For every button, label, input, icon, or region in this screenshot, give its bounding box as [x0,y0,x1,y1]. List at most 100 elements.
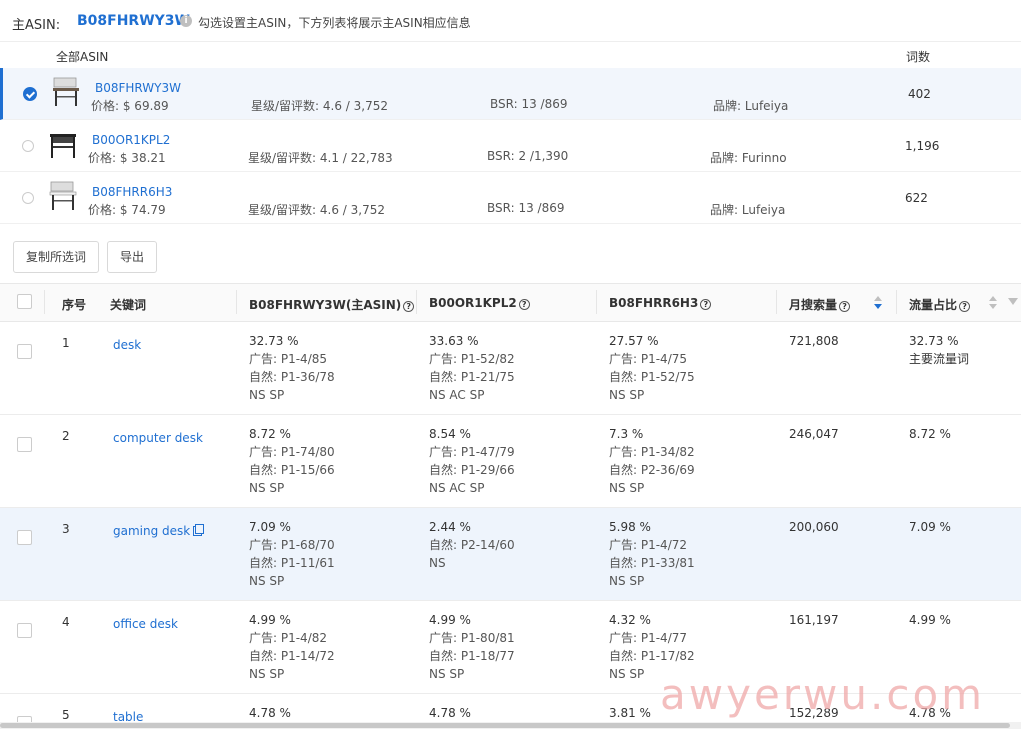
table-row[interactable]: 1 desk 32.73 % 广告: P1-4/85 自然: P1-36/78 … [0,322,1021,415]
col-asin2: B00OR1KPL2? [429,296,530,310]
asin3-share: 7.3 % [609,427,644,441]
sort-volume-icon[interactable] [874,296,882,310]
help-icon[interactable]: ? [518,299,530,310]
row-index: 3 [62,522,70,536]
row-checkbox[interactable] [17,437,32,452]
asin-brand: 品牌: Furinno [710,151,787,165]
asin-bsr: BSR: 2 /1,390 [487,149,569,163]
col-index: 序号 [62,298,87,312]
asin1-tags: NS SP [249,388,285,402]
asin3-share: 5.98 % [609,520,651,534]
asin-link[interactable]: B00OR1KPL2 [92,133,170,147]
asin-brand: 品牌: Lufeiya [710,203,786,217]
row-checkbox[interactable] [17,623,32,638]
help-icon[interactable]: ? [839,301,851,312]
column-divider [416,290,417,314]
asin1-share: 4.99 % [249,613,291,627]
asin2-organic-rank: 自然: P2-14/60 [429,538,515,552]
export-button[interactable]: 导出 [107,241,157,273]
table-row[interactable]: 3 gaming desk 7.09 % 广告: P1-68/70 自然: P1… [0,508,1021,601]
asin-rating: 星级/留评数: 4.1 / 22,783 [248,151,393,165]
asin2-tags: NS SP [429,667,465,681]
row-index: 1 [62,336,70,350]
column-divider [596,290,597,314]
asin3-organic-rank: 自然: P1-52/75 [609,370,695,384]
radio-icon[interactable] [22,192,34,204]
asin2-share: 33.63 % [429,334,479,348]
asin1-organic-rank: 自然: P1-36/78 [249,370,335,384]
asin2-cell: 8.54 % 广告: P1-47/79 自然: P1-29/66 NS AC S… [429,425,515,497]
asin-bsr: BSR: 13 /869 [490,97,568,111]
col-asin3: B08FHRR6H3? [609,296,712,310]
sort-share-icon[interactable] [989,296,997,310]
scrollbar-thumb[interactable] [0,723,1010,728]
asin3-tags: NS SP [609,574,645,588]
asin2-organic-rank: 自然: P1-18/77 [429,649,515,663]
asin3-cell: 7.3 % 广告: P1-34/82 自然: P2-36/69 NS SP [609,425,695,497]
keyword-link[interactable]: computer desk [113,429,203,447]
asin1-cell: 7.09 % 广告: P1-68/70 自然: P1-11/61 NS SP [249,518,335,590]
col-volume-label: 月搜索量 [789,298,838,312]
table-row[interactable]: 2 computer desk 8.72 % 广告: P1-74/80 自然: … [0,415,1021,508]
horizontal-scrollbar[interactable] [0,722,1021,729]
watermark: awyerwu.com [660,670,986,719]
filter-icon[interactable] [1008,298,1018,305]
search-volume: 161,197 [789,613,839,627]
word-count-header: 词数 [906,50,931,64]
asin3-share: 27.57 % [609,334,659,348]
copy-selected-button[interactable]: 复制所选词 [13,241,99,273]
asin-row[interactable]: B08FHRWY3W 价格: $ 69.89 星级/留评数: 4.6 / 3,7… [0,68,1021,120]
keyword-link[interactable]: desk [113,336,141,354]
keyword-link[interactable]: gaming desk [113,524,190,538]
asin-row[interactable]: B00OR1KPL2 价格: $ 38.21 星级/留评数: 4.1 / 22,… [0,120,1021,172]
asin3-tags: NS SP [609,388,645,402]
asin3-ad-rank: 广告: P1-34/82 [609,445,695,459]
help-icon[interactable]: ? [959,301,971,312]
select-all-checkbox[interactable] [17,294,32,309]
asin1-tags: NS SP [249,667,285,681]
asin1-ad-rank: 广告: P1-4/82 [249,631,328,645]
all-asin-header: 全部ASIN [56,50,109,64]
asin-word-count: 622 [905,191,928,205]
selected-radio-icon[interactable] [23,87,37,101]
radio-icon[interactable] [22,140,34,152]
asin-link[interactable]: B08FHRR6H3 [92,185,172,199]
asin1-tags: NS SP [249,481,285,495]
main-asin-bar: 主ASIN: B08FHRWY3W i 勾选设置主ASIN，下方列表将展示主AS… [0,0,1021,42]
row-index: 2 [62,429,70,443]
product-thumbnail [49,181,77,210]
asin1-ad-rank: 广告: P1-68/70 [249,538,335,552]
help-icon[interactable]: ? [403,301,415,312]
main-traffic-tag: 主要流量词 [909,352,970,366]
traffic-share-cell: 4.99 % [909,611,951,629]
asin-row[interactable]: B08FHRR6H3 价格: $ 74.79 星级/留评数: 4.6 / 3,7… [0,172,1021,224]
row-checkbox[interactable] [17,344,32,359]
asin-price: 价格: $ 38.21 [88,151,166,165]
traffic-share-cell: 7.09 % [909,518,951,536]
traffic-share: 7.09 % [909,520,951,534]
help-icon[interactable]: ? [700,299,712,310]
asin-link[interactable]: B08FHRWY3W [95,81,181,95]
copy-icon[interactable] [193,524,205,536]
asin2-cell: 4.99 % 广告: P1-80/81 自然: P1-18/77 NS SP [429,611,515,683]
asin2-ad-rank: 广告: P1-80/81 [429,631,515,645]
main-asin-value[interactable]: B08FHRWY3W [77,13,190,29]
info-icon: i [180,15,192,27]
asin3-organic-rank: 自然: P1-33/81 [609,556,695,570]
row-checkbox[interactable] [17,530,32,545]
column-divider [776,290,777,314]
asin3-ad-rank: 广告: P1-4/75 [609,352,688,366]
keyword-link[interactable]: office desk [113,615,178,633]
col-asin3-label: B08FHRR6H3 [609,296,699,310]
asin3-organic-rank: 自然: P2-36/69 [609,463,695,477]
asin2-share: 8.54 % [429,427,471,441]
main-asin-hint: 勾选设置主ASIN，下方列表将展示主ASIN相应信息 [198,16,471,30]
asin1-organic-rank: 自然: P1-11/61 [249,556,335,570]
asin-rating: 星级/留评数: 4.6 / 3,752 [251,99,389,113]
asin2-tags: NS [429,556,446,570]
asin1-cell: 4.99 % 广告: P1-4/82 自然: P1-14/72 NS SP [249,611,335,683]
col-share-label: 流量占比 [909,298,958,312]
traffic-share: 8.72 % [909,427,951,441]
asin1-organic-rank: 自然: P1-14/72 [249,649,335,663]
asin3-share: 3.81 % [609,706,651,720]
